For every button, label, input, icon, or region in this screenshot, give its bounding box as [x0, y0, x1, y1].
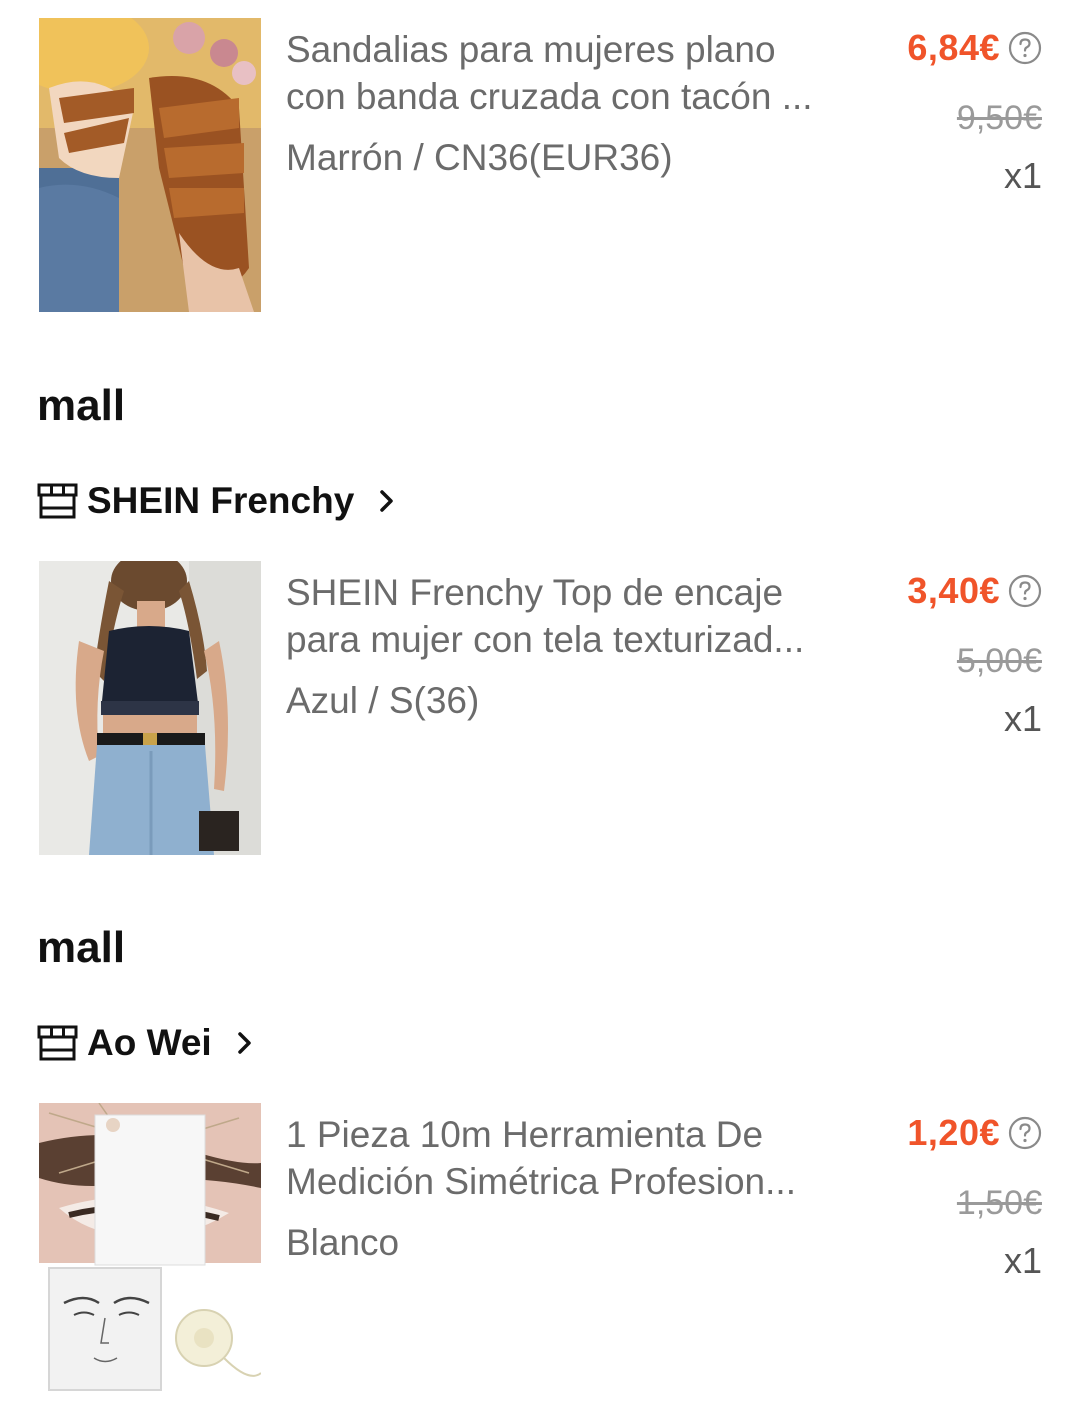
quantity: x1 — [1003, 1240, 1042, 1281]
chevron-right-icon[interactable] — [235, 1029, 255, 1057]
product-title[interactable]: Sandalias para mujeres plano con banda c… — [286, 26, 856, 120]
store-icon — [37, 1025, 78, 1061]
product-title-line-1[interactable]: SHEIN Frenchy Top de encaje — [286, 569, 856, 616]
lace-top-photo — [39, 561, 261, 855]
product-title-line-1[interactable]: Sandalias para mujeres plano — [286, 26, 856, 73]
quantity: x1 — [1003, 155, 1042, 196]
original-price: 5,00€ — [956, 642, 1042, 680]
sandals-photo — [39, 18, 261, 312]
order-item[interactable]: Sandalias para mujeres plano con banda c… — [0, 18, 1080, 314]
store-name[interactable]: SHEIN Frenchy — [87, 480, 354, 522]
current-price: 3,40€ — [907, 570, 1000, 611]
price-group: 6,84€ — [907, 27, 1042, 69]
price-group: 3,40€ — [907, 570, 1042, 612]
question-circle-icon[interactable] — [1008, 31, 1042, 65]
product-image[interactable] — [39, 561, 261, 855]
product-title[interactable]: 1 Pieza 10m Herramienta De Medición Simé… — [286, 1111, 856, 1205]
product-image[interactable] — [39, 1103, 261, 1397]
price-group: 1,20€ — [907, 1112, 1042, 1154]
product-title-line-2[interactable]: para mujer con tela texturizad... — [286, 616, 856, 663]
original-price: 1,50€ — [956, 1184, 1042, 1222]
product-image[interactable] — [39, 18, 261, 312]
chevron-right-icon[interactable] — [377, 487, 397, 515]
quantity: x1 — [1003, 698, 1042, 739]
question-circle-icon[interactable] — [1008, 1116, 1042, 1150]
product-title-line-2[interactable]: con banda cruzada con tacón ... — [286, 73, 856, 120]
order-item[interactable]: 1 Pieza 10m Herramienta De Medición Simé… — [0, 1103, 1080, 1399]
product-variant: Marrón / CN36(EUR36) — [286, 137, 673, 178]
store-link[interactable]: SHEIN Frenchy — [37, 480, 397, 522]
question-circle-icon[interactable] — [1008, 574, 1042, 608]
store-name[interactable]: Ao Wei — [87, 1022, 212, 1064]
current-price: 6,84€ — [907, 27, 1000, 68]
product-title[interactable]: SHEIN Frenchy Top de encaje para mujer c… — [286, 569, 856, 663]
order-item[interactable]: SHEIN Frenchy Top de encaje para mujer c… — [0, 561, 1080, 857]
current-price: 1,20€ — [907, 1112, 1000, 1153]
store-link[interactable]: Ao Wei — [37, 1022, 255, 1064]
section-label: mall — [37, 381, 126, 430]
product-variant: Blanco — [286, 1222, 400, 1263]
mapping-string-photo — [39, 1103, 261, 1397]
product-variant: Azul / S(36) — [286, 680, 480, 721]
section-label: mall — [37, 923, 126, 972]
store-icon — [37, 483, 78, 519]
product-title-line-2[interactable]: Medición Simétrica Profesion... — [286, 1158, 856, 1205]
original-price: 9,50€ — [956, 99, 1042, 137]
product-title-line-1[interactable]: 1 Pieza 10m Herramienta De — [286, 1111, 856, 1158]
